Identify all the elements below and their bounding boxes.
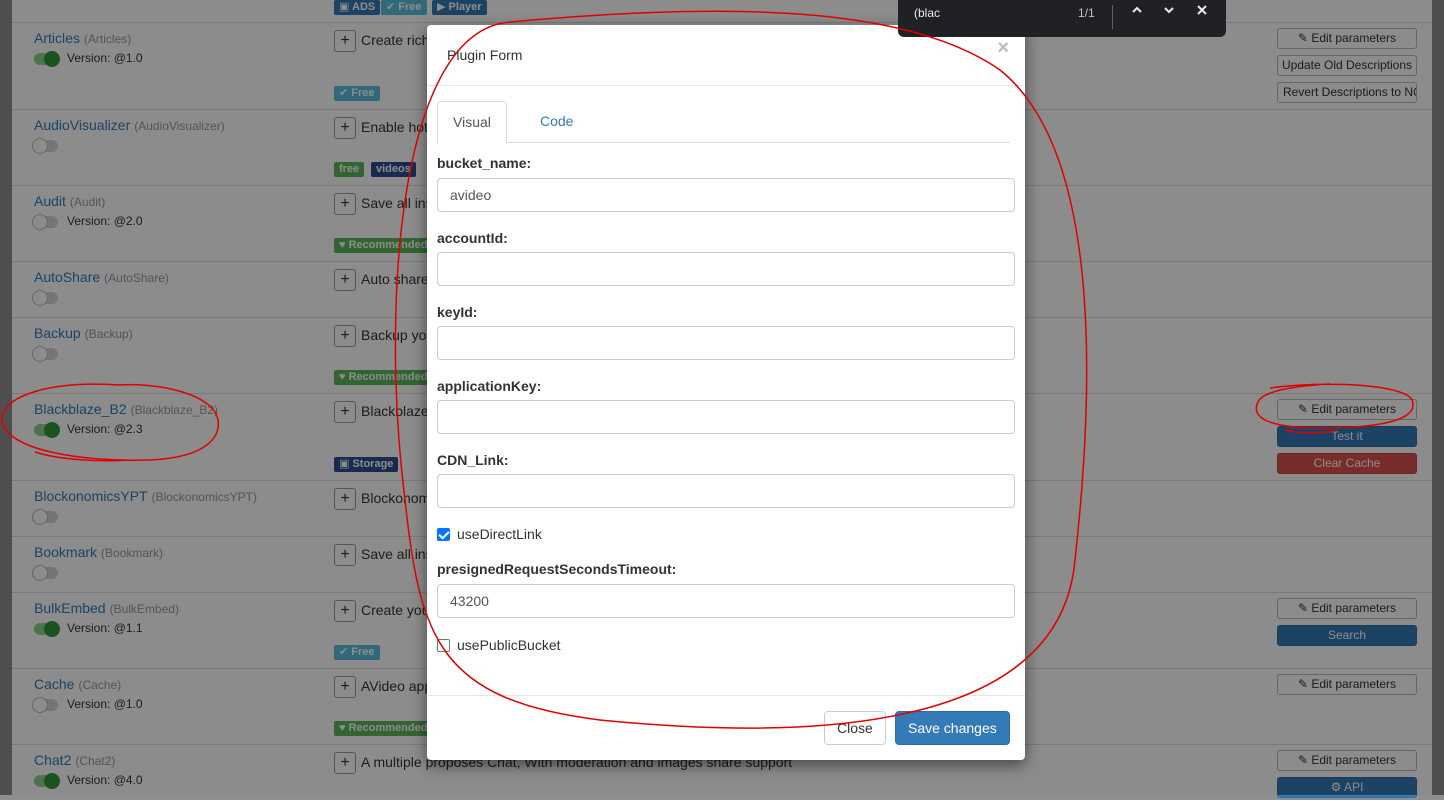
form-tabs: Visual Code (437, 101, 1010, 144)
cdn-link-input[interactable] (437, 474, 1015, 508)
close-icon[interactable]: × (997, 37, 1009, 60)
account-id-input[interactable] (437, 252, 1015, 286)
find-separator (1112, 5, 1113, 29)
use-public-bucket-label: usePublicBucket (457, 637, 561, 653)
plugin-form-modal: Plugin Form × Visual Code bucket_name: a… (427, 25, 1025, 760)
find-query[interactable]: (blac (914, 6, 940, 20)
find-count: 1/1 (1078, 6, 1095, 20)
account-id-label: accountId: (437, 230, 508, 246)
key-id-label: keyId: (437, 304, 478, 320)
bucket-name-label: bucket_name: (437, 155, 532, 171)
modal-footer: Close Save changes (427, 695, 1025, 760)
use-direct-link-checkbox[interactable] (437, 528, 450, 541)
cdn-link-label: CDN_Link: (437, 452, 509, 468)
bucket-name-input[interactable]: avideo (437, 178, 1015, 212)
key-id-input[interactable] (437, 326, 1015, 360)
application-key-label: applicationKey: (437, 378, 542, 394)
close-icon[interactable] (1195, 3, 1209, 17)
chevron-up-icon[interactable] (1130, 3, 1144, 17)
tab-visual[interactable]: Visual (437, 101, 507, 144)
application-key-input[interactable] (437, 400, 1015, 434)
timeout-label: presignedRequestSecondsTimeout: (437, 561, 677, 577)
timeout-input[interactable]: 43200 (437, 584, 1015, 618)
close-button[interactable]: Close (824, 711, 886, 745)
use-public-bucket-checkbox[interactable] (437, 639, 450, 652)
use-direct-link-label: useDirectLink (457, 526, 542, 542)
save-changes-button[interactable]: Save changes (895, 711, 1010, 745)
modal-title: Plugin Form (447, 47, 523, 63)
chevron-down-icon[interactable] (1162, 3, 1176, 17)
tab-code[interactable]: Code (525, 101, 588, 143)
find-bar: (blac 1/1 (898, 0, 1226, 37)
